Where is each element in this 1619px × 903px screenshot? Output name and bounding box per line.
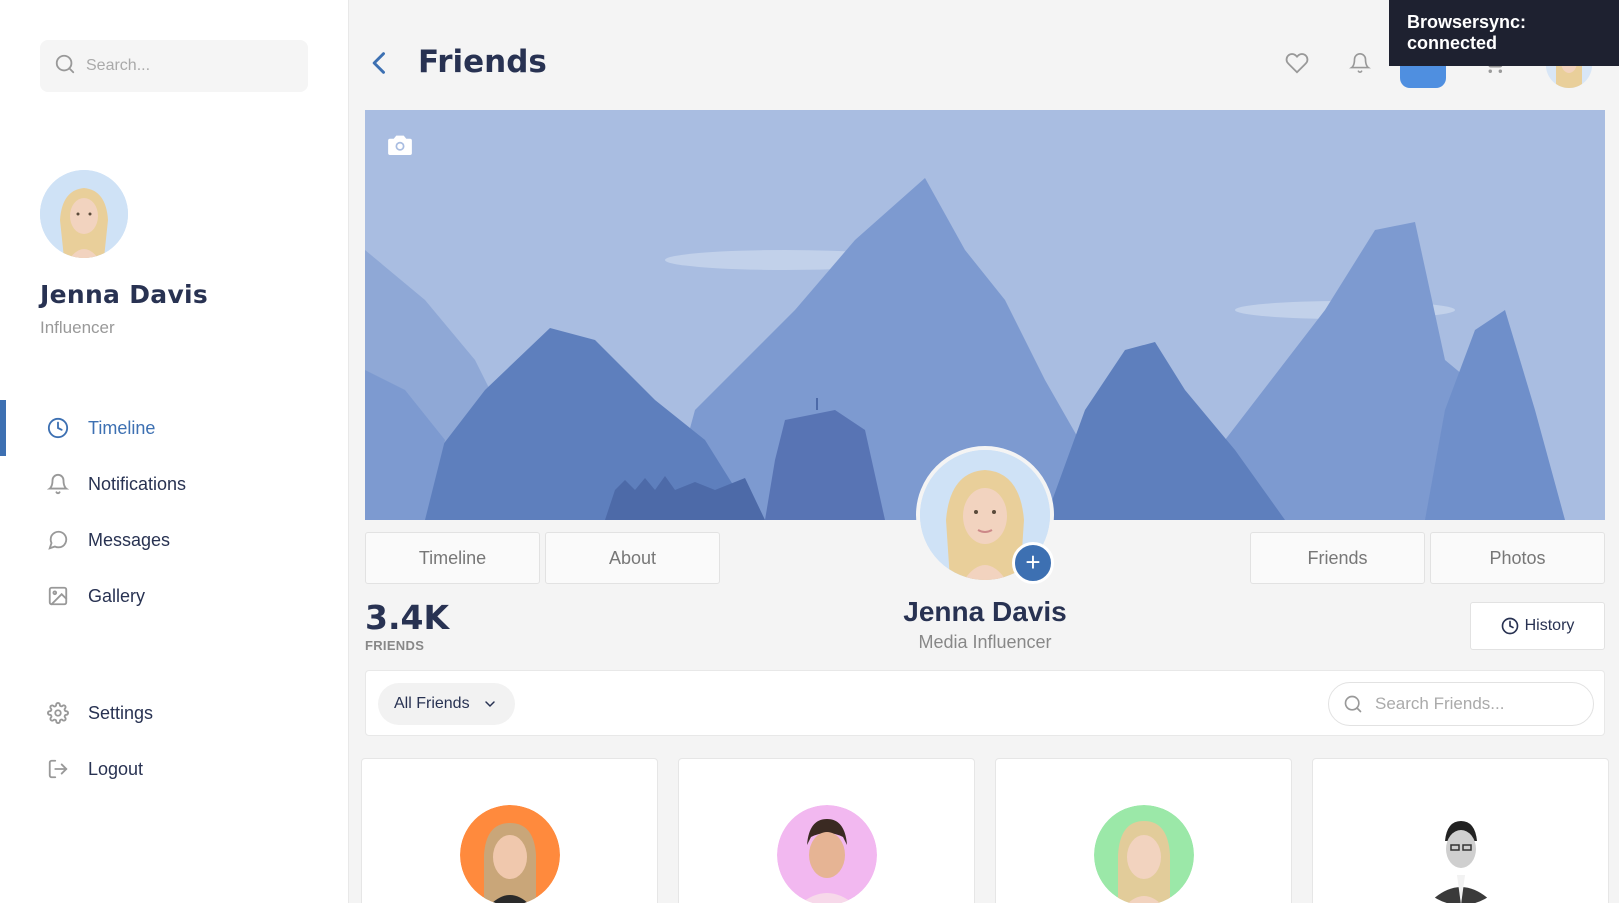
profile-role: Media Influencer [918, 632, 1052, 652]
profile-name: Jenna Davis [903, 596, 1067, 627]
friends-count-label: FRIENDS [365, 638, 425, 653]
friends-search-input[interactable] [1375, 694, 1575, 714]
sidebar-item-messages[interactable]: Messages [0, 512, 348, 568]
favorites-button[interactable] [1282, 48, 1312, 78]
browsersync-toast: Browsersync: connected [1389, 0, 1619, 66]
search-icon [1344, 695, 1362, 713]
add-friend-button[interactable]: + [1012, 542, 1054, 584]
sidebar-item-label: Notifications [88, 473, 187, 494]
bell-icon [46, 472, 70, 496]
sidebar: Jenna Davis Influencer Timeline Notifica… [0, 0, 349, 903]
sidebar-search[interactable] [40, 40, 308, 92]
tab-timeline[interactable]: Timeline [365, 532, 540, 584]
sidebar-item-label: Logout [88, 758, 144, 779]
sidebar-item-gallery[interactable]: Gallery [0, 568, 348, 624]
chevron-left-icon [372, 52, 385, 74]
sidebar-item-timeline[interactable]: Timeline [0, 400, 348, 456]
sidebar-item-label: Timeline [88, 417, 156, 438]
search-input[interactable] [86, 57, 286, 75]
logout-icon [46, 757, 70, 781]
friends-filter-dropdown[interactable]: All Friends [378, 683, 515, 725]
tab-photos[interactable]: Photos [1430, 532, 1605, 584]
bell-icon [1349, 53, 1371, 73]
friend-avatar[interactable] [777, 805, 877, 903]
friend-card[interactable] [361, 758, 658, 903]
heart-icon [1285, 53, 1309, 74]
friend-card[interactable] [995, 758, 1292, 903]
sidebar-item-label: Gallery [88, 585, 146, 606]
sidebar-item-settings[interactable]: Settings [0, 685, 348, 741]
friend-avatar[interactable] [460, 805, 560, 903]
user-name: Jenna Davis [40, 280, 209, 309]
gear-icon [46, 701, 70, 725]
friend-card[interactable] [678, 758, 975, 903]
friends-search[interactable] [1328, 682, 1594, 726]
change-cover-button[interactable] [385, 130, 415, 160]
friend-card[interactable] [1312, 758, 1609, 903]
sidebar-item-label: Messages [88, 529, 171, 550]
sidebar-item-logout[interactable]: Logout [0, 741, 348, 797]
image-icon [46, 584, 70, 608]
history-label: History [1524, 617, 1575, 634]
tab-about[interactable]: About [545, 532, 720, 584]
sidebar-item-label: Settings [88, 702, 154, 723]
clock-icon [46, 416, 70, 440]
tab-friends[interactable]: Friends [1250, 532, 1425, 584]
history-button[interactable]: History [1470, 602, 1605, 650]
page-title: Friends [418, 44, 547, 80]
sidebar-item-notifications[interactable]: Notifications [0, 456, 348, 512]
filter-selected-label: All Friends [394, 695, 470, 712]
search-icon [54, 53, 76, 80]
friends-filter-bar: All Friends [365, 670, 1605, 736]
friends-count: 3.4K [365, 598, 450, 637]
friend-avatar[interactable] [1411, 805, 1511, 903]
back-button[interactable] [366, 48, 394, 78]
clock-icon [1501, 617, 1518, 635]
avatar[interactable] [40, 170, 128, 258]
notifications-button[interactable] [1345, 48, 1375, 78]
user-role: Influencer [40, 318, 115, 337]
chat-icon [46, 528, 70, 552]
chevron-down-icon [484, 701, 495, 708]
camera-icon [388, 135, 412, 155]
friend-avatar[interactable] [1094, 805, 1194, 903]
